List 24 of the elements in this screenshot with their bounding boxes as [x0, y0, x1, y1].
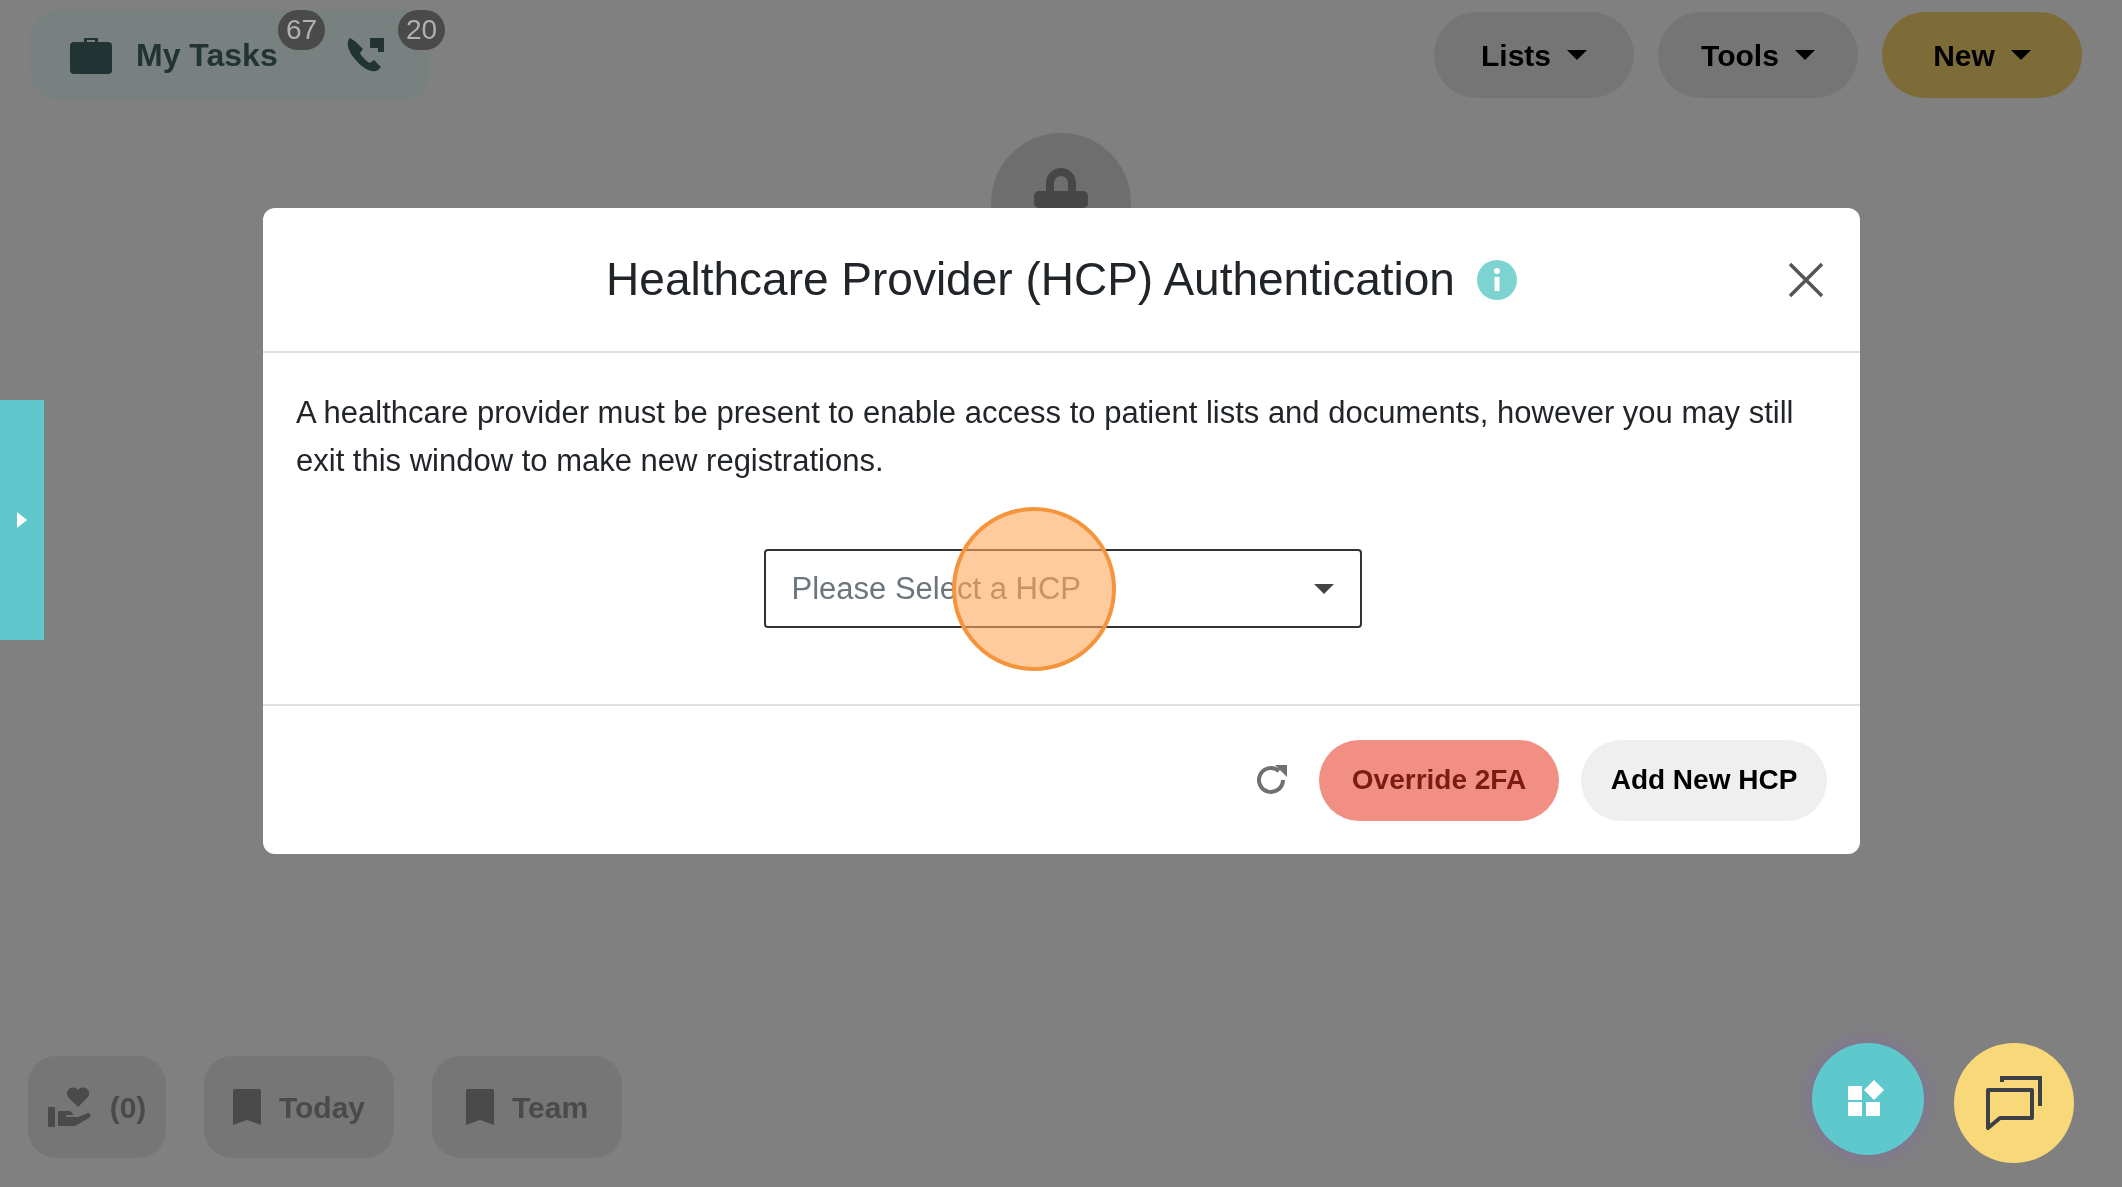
caret-right-icon [17, 512, 27, 528]
dialog-title: Healthcare Provider (HCP) Authentication [606, 252, 1455, 307]
lock-icon [1034, 167, 1088, 208]
my-tasks-button[interactable]: My Tasks [136, 31, 278, 79]
override-button[interactable]: Override 2FA [1319, 739, 1559, 821]
phone-icon[interactable] [345, 36, 386, 74]
menu-button[interactable]: New [1882, 12, 2082, 98]
count-badge: 67 [278, 10, 326, 50]
hand-heart-icon [47, 1087, 92, 1127]
close-icon[interactable] [1788, 262, 1824, 298]
briefcase-icon [70, 36, 112, 74]
dialog-description: A healthcare provider must be present to enable access to patient lists and documents, however you may still exit this window to make new registrations. [296, 394, 1795, 480]
add-button[interactable]: Add New HCP [1581, 739, 1827, 821]
refresh-icon[interactable] [1255, 763, 1289, 797]
caret-down-icon [1313, 584, 1334, 594]
caret-down-icon [1794, 50, 1815, 60]
menu-button[interactable]: Lists [1434, 12, 1634, 98]
chat-icon [1986, 1076, 2042, 1130]
caret-down-icon [2010, 50, 2031, 60]
menu-button[interactable]: Tools [1658, 12, 1858, 98]
caret-down-icon [1567, 50, 1587, 60]
bookmark-icon [232, 1089, 261, 1125]
bookmark-icon [465, 1089, 494, 1125]
count-badge: 20 [398, 10, 446, 50]
